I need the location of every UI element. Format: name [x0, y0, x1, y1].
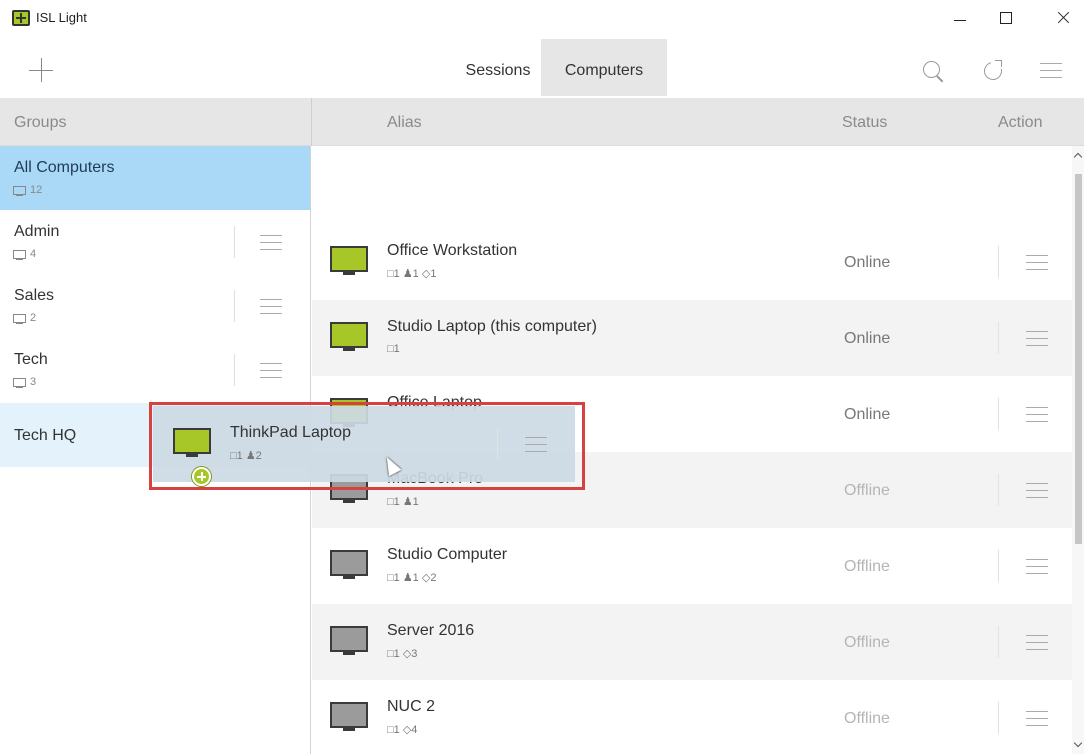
status-text: Offline	[844, 558, 890, 575]
status-column-header[interactable]: Status	[842, 114, 887, 132]
divider	[234, 354, 235, 386]
group-menu-icon[interactable]	[260, 234, 282, 250]
toolbar: Sessions Computers	[0, 38, 1084, 98]
monitor-icon	[13, 314, 26, 324]
computer-row[interactable]: Server 2016 □1 ◇3 Offline	[312, 604, 1072, 680]
group-count: 3	[30, 376, 37, 388]
computer-alias: Server 2016	[387, 622, 475, 639]
computer-meta: □1 ♟1 ◇2	[387, 572, 437, 584]
divider	[998, 474, 999, 506]
isl-light-logo-icon	[12, 10, 30, 26]
status-text: Online	[844, 254, 891, 271]
computer-offline-icon	[330, 702, 368, 732]
row-menu-icon[interactable]	[1026, 254, 1048, 270]
group-name: Tech	[14, 351, 48, 368]
computer-online-icon	[330, 246, 368, 276]
group-name: Admin	[14, 223, 60, 240]
groups-header: Groups	[14, 114, 67, 131]
computer-meta: □1	[387, 343, 400, 355]
row-menu-icon[interactable]	[1026, 710, 1048, 726]
row-menu-icon[interactable]	[1026, 558, 1048, 574]
computer-row[interactable]: NUC 2 □1 ◇4 Offline	[312, 680, 1072, 754]
scroll-thumb[interactable]	[1075, 174, 1082, 544]
hamburger-menu-icon[interactable]	[1040, 62, 1062, 78]
computer-alias: Office Workstation	[387, 242, 518, 259]
row-menu-icon[interactable]	[1026, 634, 1048, 650]
search-icon[interactable]	[920, 58, 948, 86]
title-bar: ISL Light	[0, 0, 1084, 38]
drop-highlight-frame	[149, 402, 585, 490]
computer-alias: Studio Laptop (this computer)	[387, 318, 597, 335]
group-name: Tech HQ	[14, 427, 77, 444]
computer-offline-icon	[330, 626, 368, 656]
computer-alias: Studio Computer	[387, 546, 508, 563]
status-text: Offline	[844, 710, 890, 727]
row-menu-icon[interactable]	[1026, 406, 1048, 422]
monitor-icon	[13, 186, 26, 196]
divider	[998, 246, 999, 278]
action-column-header: Action	[998, 114, 1043, 131]
close-button[interactable]	[1044, 4, 1084, 32]
status-text: Online	[844, 330, 891, 347]
divider	[998, 702, 999, 734]
computer-online-icon	[330, 322, 368, 352]
group-sales[interactable]: Sales 2	[0, 274, 310, 338]
group-count: 2	[30, 312, 37, 324]
add-icon[interactable]	[28, 58, 56, 86]
computer-meta: □1 ◇3	[387, 648, 418, 660]
tab-computers[interactable]: Computers	[541, 39, 667, 96]
computer-row[interactable]: Studio Laptop (this computer) □1 Online	[312, 300, 1072, 376]
maximize-button[interactable]	[986, 4, 1026, 32]
header-divider	[311, 98, 312, 146]
divider	[234, 290, 235, 322]
alias-column-header[interactable]: Alias	[387, 114, 422, 132]
status-text: Offline	[844, 482, 890, 499]
computer-meta: □1 ♟1	[387, 496, 419, 508]
column-header-bar: Groups Alias Status Action	[0, 98, 1084, 146]
tab-sessions[interactable]: Sessions	[456, 39, 540, 96]
group-admin[interactable]: Admin 4	[0, 210, 310, 274]
computer-meta: □1 ♟1 ◇1	[387, 268, 437, 280]
computer-row[interactable]: Studio Computer □1 ♟1 ◇2 Offline	[312, 528, 1072, 604]
group-name: All Computers	[14, 159, 115, 176]
refresh-icon[interactable]	[980, 58, 1008, 86]
group-count: 12	[30, 184, 43, 196]
scroll-up-icon[interactable]	[1073, 152, 1083, 162]
row-menu-icon[interactable]	[1026, 330, 1048, 346]
minimize-button[interactable]	[940, 4, 980, 32]
divider	[998, 550, 999, 582]
computer-offline-icon	[330, 550, 368, 580]
group-all-computers[interactable]: All Computers 12	[0, 146, 310, 210]
divider	[998, 626, 999, 658]
divider	[998, 322, 999, 354]
status-text: Offline	[844, 634, 890, 651]
group-tech[interactable]: Tech 3	[0, 338, 310, 402]
divider	[998, 398, 999, 430]
divider	[234, 226, 235, 258]
row-menu-icon[interactable]	[1026, 482, 1048, 498]
computer-meta: □1 ◇4	[387, 724, 418, 736]
group-menu-icon[interactable]	[260, 362, 282, 378]
group-name: Sales	[14, 287, 55, 304]
vertical-scrollbar[interactable]	[1072, 146, 1084, 754]
group-count: 4	[30, 248, 37, 260]
monitor-icon	[13, 378, 26, 388]
computer-row[interactable]: Office Workstation □1 ♟1 ◇1 Online	[312, 224, 1072, 300]
group-menu-icon[interactable]	[260, 298, 282, 314]
monitor-icon	[13, 250, 26, 260]
window-title: ISL Light	[36, 10, 87, 25]
computer-alias: NUC 2	[387, 698, 436, 715]
status-text: Online	[844, 406, 891, 423]
scroll-down-icon[interactable]	[1073, 738, 1083, 748]
